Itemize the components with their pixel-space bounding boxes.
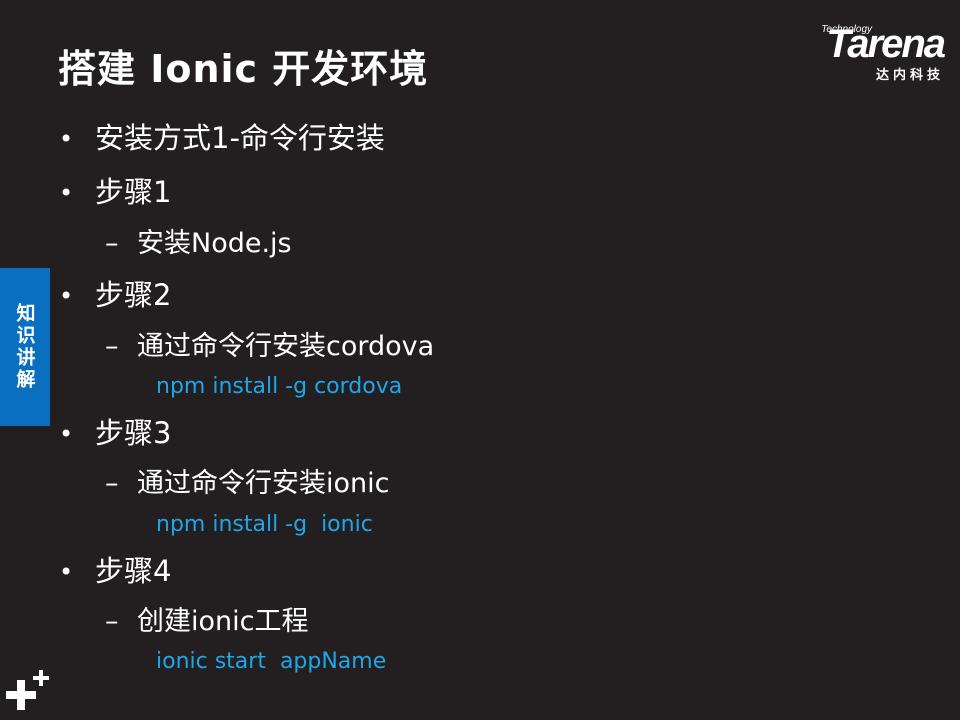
list-item: • 步骤1 — [59, 175, 172, 209]
dash-icon: – — [105, 606, 119, 637]
side-tab: 知识讲解 — [0, 268, 50, 426]
bullet-icon: • — [59, 420, 74, 448]
sub-list-item-text: 通过命令行安装cordova — [137, 331, 435, 362]
list-item: • 步骤2 — [59, 278, 172, 312]
list-item-text: 安装方式1-命令行安装 — [95, 121, 385, 155]
sub-list-item: – 通过命令行安装cordova — [105, 331, 435, 362]
sub-list-item-text: 通过命令行安装ionic — [137, 468, 390, 499]
list-item-text: 步骤2 — [95, 278, 172, 312]
list-item-text: 步骤4 — [95, 554, 172, 588]
sub-list-item-text: 安装Node.js — [137, 228, 292, 259]
logo-wordmark: Tarena — [826, 22, 946, 66]
slide-title: 搭建 Ionic 开发环境 — [58, 47, 429, 91]
slide: 搭建 Ionic 开发环境 Technology Tarena 达内科技 知识讲… — [0, 0, 960, 720]
plus-large-icon — [6, 680, 36, 710]
bullet-icon: • — [59, 282, 74, 310]
list-item: • 步骤4 — [59, 554, 172, 588]
bullet-icon: • — [59, 558, 74, 586]
sub-list-item: – 创建ionic工程 — [105, 606, 309, 637]
dash-icon: – — [105, 331, 119, 362]
side-tab-label: 知识讲解 — [13, 303, 36, 391]
bullet-icon: • — [59, 179, 74, 207]
logo-chinese-text: 达内科技 — [875, 68, 944, 83]
dash-icon: – — [105, 468, 119, 499]
bullet-icon: • — [59, 125, 74, 153]
list-item-text: 步骤3 — [95, 416, 172, 450]
code-line: ionic start appName — [156, 649, 387, 674]
sub-list-item-text: 创建ionic工程 — [137, 606, 309, 637]
code-line: npm install -g cordova — [156, 374, 403, 399]
tarena-logo: Technology Tarena 达内科技 — [778, 22, 946, 84]
sub-list-item: – 安装Node.js — [105, 228, 292, 259]
code-line: npm install -g ionic — [156, 512, 373, 537]
list-item: • 步骤3 — [59, 416, 172, 450]
sub-list-item: – 通过命令行安装ionic — [105, 468, 390, 499]
dash-icon: – — [105, 228, 119, 259]
list-item: • 安装方式1-命令行安装 — [59, 121, 385, 155]
list-item-text: 步骤1 — [95, 175, 172, 209]
